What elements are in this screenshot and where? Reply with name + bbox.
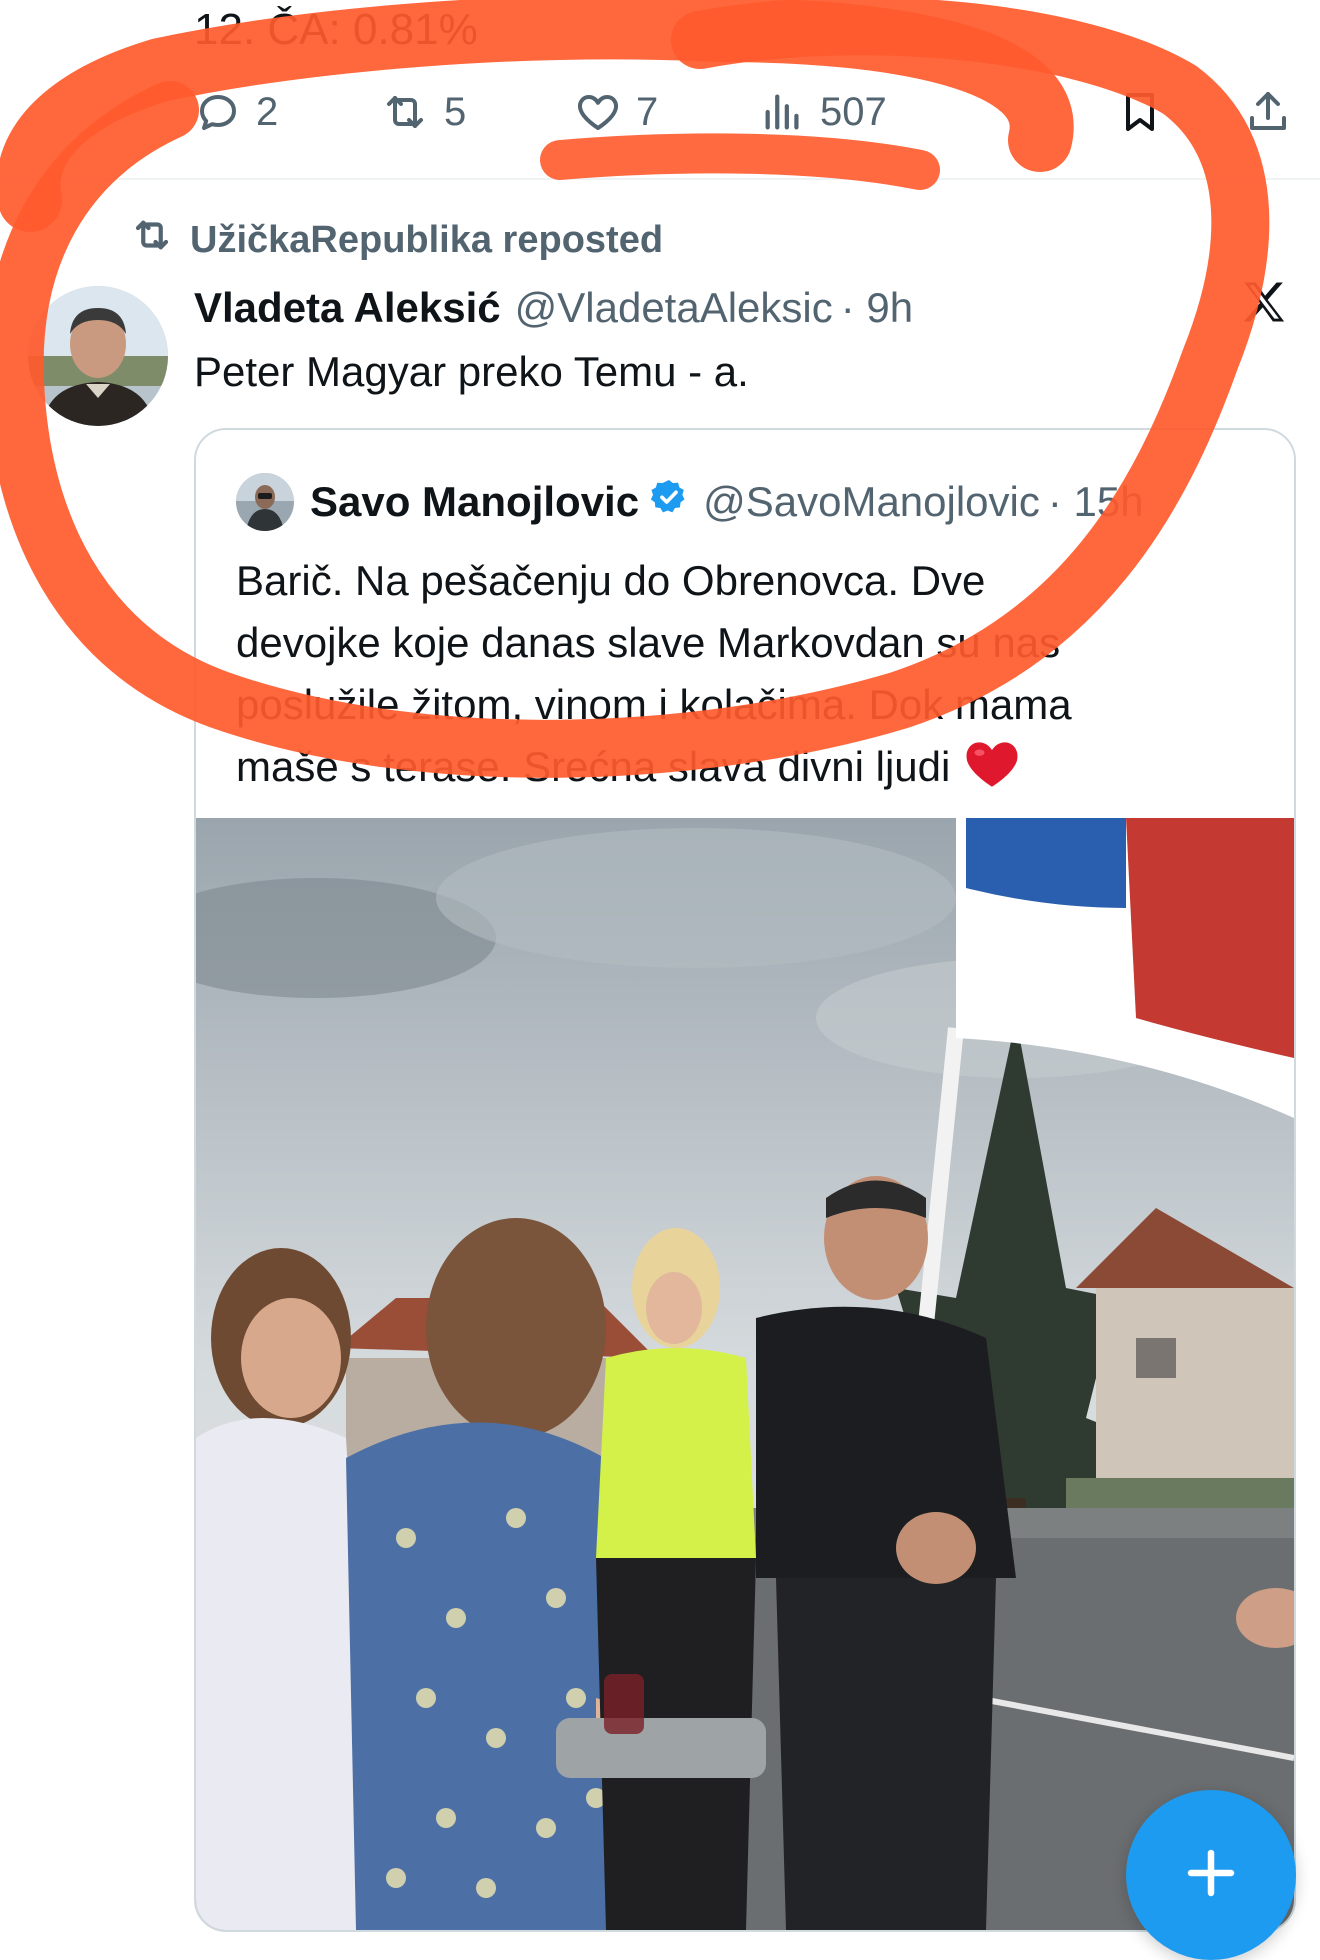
quoted-text-line: Barič. Na pešačenju do Obrenovca. Dve [236, 557, 986, 604]
author-name[interactable]: Vladeta Aleksić [194, 284, 501, 332]
repost-count: 5 [444, 89, 467, 134]
quoted-author-name[interactable]: Savo Manojlovic [310, 478, 639, 526]
repost-icon [130, 214, 190, 266]
x-logo-icon [1238, 276, 1290, 328]
previous-tweet-action-bar: 2 5 7 507 [194, 78, 1294, 146]
author-handle[interactable]: @VladetaAleksic [515, 284, 833, 332]
quoted-text-line: maše s terase. Srećna slava divni ljudi [236, 736, 1266, 806]
share-icon [1244, 88, 1292, 136]
tweet-text: Peter Magyar preko Temu - a. [194, 348, 749, 395]
share-button[interactable] [1244, 78, 1292, 146]
quoted-tweet-video[interactable] [196, 818, 1294, 1930]
previous-tweet-text: 12. ČA: 0.81% [194, 5, 478, 54]
quoted-text-line: devojke koje danas slave Markovdan su na… [236, 619, 1061, 666]
quoted-author-avatar[interactable] [236, 473, 294, 531]
reply-count: 2 [256, 89, 279, 134]
compose-fab-button[interactable] [1126, 1790, 1296, 1960]
views-count: 507 [820, 89, 887, 134]
plus-icon [1181, 1843, 1241, 1908]
red-heart-icon [964, 739, 1020, 806]
quoted-tweet-time[interactable]: · 15h [1048, 478, 1144, 526]
bookmark-button[interactable] [1116, 78, 1164, 146]
quoted-tweet-text: Barič. Na pešačenju do Obrenovca. Dve de… [236, 550, 1266, 806]
like-icon [574, 88, 622, 136]
reply-icon [194, 88, 242, 136]
like-count: 7 [636, 89, 659, 134]
quoted-tweet-card[interactable]: Savo Manojlovic @SavoManojlovic · 15h Ba… [194, 428, 1296, 1932]
quoted-text-line: poslužile žitom, vinom i kolačima. Dok m… [236, 681, 1072, 728]
verified-badge-icon [649, 477, 689, 527]
quoted-text-line-last: maše s terase. Srećna slava divni ljudi [236, 743, 951, 790]
quoted-tweet-header: Savo Manojlovic @SavoManojlovic · 15h [236, 470, 1144, 534]
like-button[interactable]: 7 [574, 78, 658, 146]
repost-label: UžičkaRepublika reposted [190, 218, 664, 261]
tweet-time[interactable]: · 9h [841, 284, 913, 332]
repost-indicator[interactable]: UžičkaRepublika reposted [130, 214, 663, 266]
author-row: Vladeta Aleksić @VladetaAleksic · 9h [194, 276, 913, 340]
author-avatar[interactable] [28, 286, 168, 426]
repost-icon [380, 88, 430, 136]
tweet-divider [0, 178, 1320, 180]
repost-button[interactable]: 5 [380, 78, 466, 146]
quoted-author-handle[interactable]: @SavoManojlovic [703, 478, 1040, 526]
reply-button[interactable]: 2 [194, 78, 278, 146]
views-icon [760, 88, 806, 136]
views-button[interactable]: 507 [760, 78, 887, 146]
bookmark-icon [1116, 88, 1164, 136]
